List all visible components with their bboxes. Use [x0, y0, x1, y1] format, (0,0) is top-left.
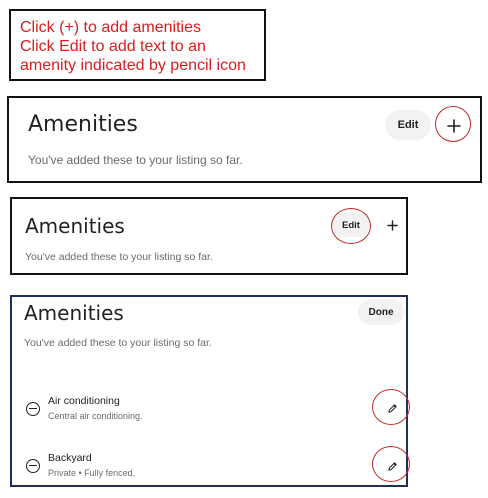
page-title: Amenities — [25, 214, 125, 238]
edit-amenity-button[interactable] — [383, 457, 401, 475]
amenity-description: Private • Fully fenced. — [48, 468, 136, 478]
edit-button[interactable]: Edit — [332, 213, 370, 237]
instruction-line-1: Click (+) to add amenities — [20, 19, 201, 36]
minus-circle-icon[interactable] — [26, 459, 40, 473]
page-subtitle: You've added these to your listing so fa… — [24, 337, 212, 349]
edit-amenity-button[interactable] — [383, 399, 401, 417]
pencil-icon — [387, 403, 397, 413]
add-amenity-button[interactable] — [382, 215, 402, 235]
page-subtitle: You've added these to your listing so fa… — [25, 251, 213, 263]
instruction-line-3: amenity indicated by pencil icon — [20, 57, 246, 74]
amenities-panel-edit: Amenities You've added these to your lis… — [10, 197, 408, 275]
done-button[interactable]: Done — [358, 299, 404, 325]
edit-button[interactable]: Edit — [385, 110, 431, 140]
amenity-name: Air conditioning — [48, 395, 120, 407]
add-amenity-button[interactable] — [439, 111, 469, 141]
minus-circle-icon[interactable] — [26, 402, 40, 416]
amenities-panel-editing: Amenities Done You've added these to you… — [10, 295, 410, 487]
pencil-icon — [387, 461, 397, 471]
amenity-name: Backyard — [48, 452, 92, 464]
page-title: Amenities — [24, 301, 124, 325]
plus-icon — [447, 119, 461, 133]
instruction-note: Click (+) to add amenities Click Edit to… — [9, 9, 266, 81]
amenity-description: Central air conditioning. — [48, 411, 143, 421]
page-subtitle: You've added these to your listing so fa… — [28, 153, 243, 167]
instruction-line-2: Click Edit to add text to an — [20, 38, 206, 55]
plus-icon — [386, 219, 398, 231]
page-title: Amenities — [28, 112, 138, 137]
amenities-panel-add: Amenities You've added these to your lis… — [7, 96, 482, 183]
